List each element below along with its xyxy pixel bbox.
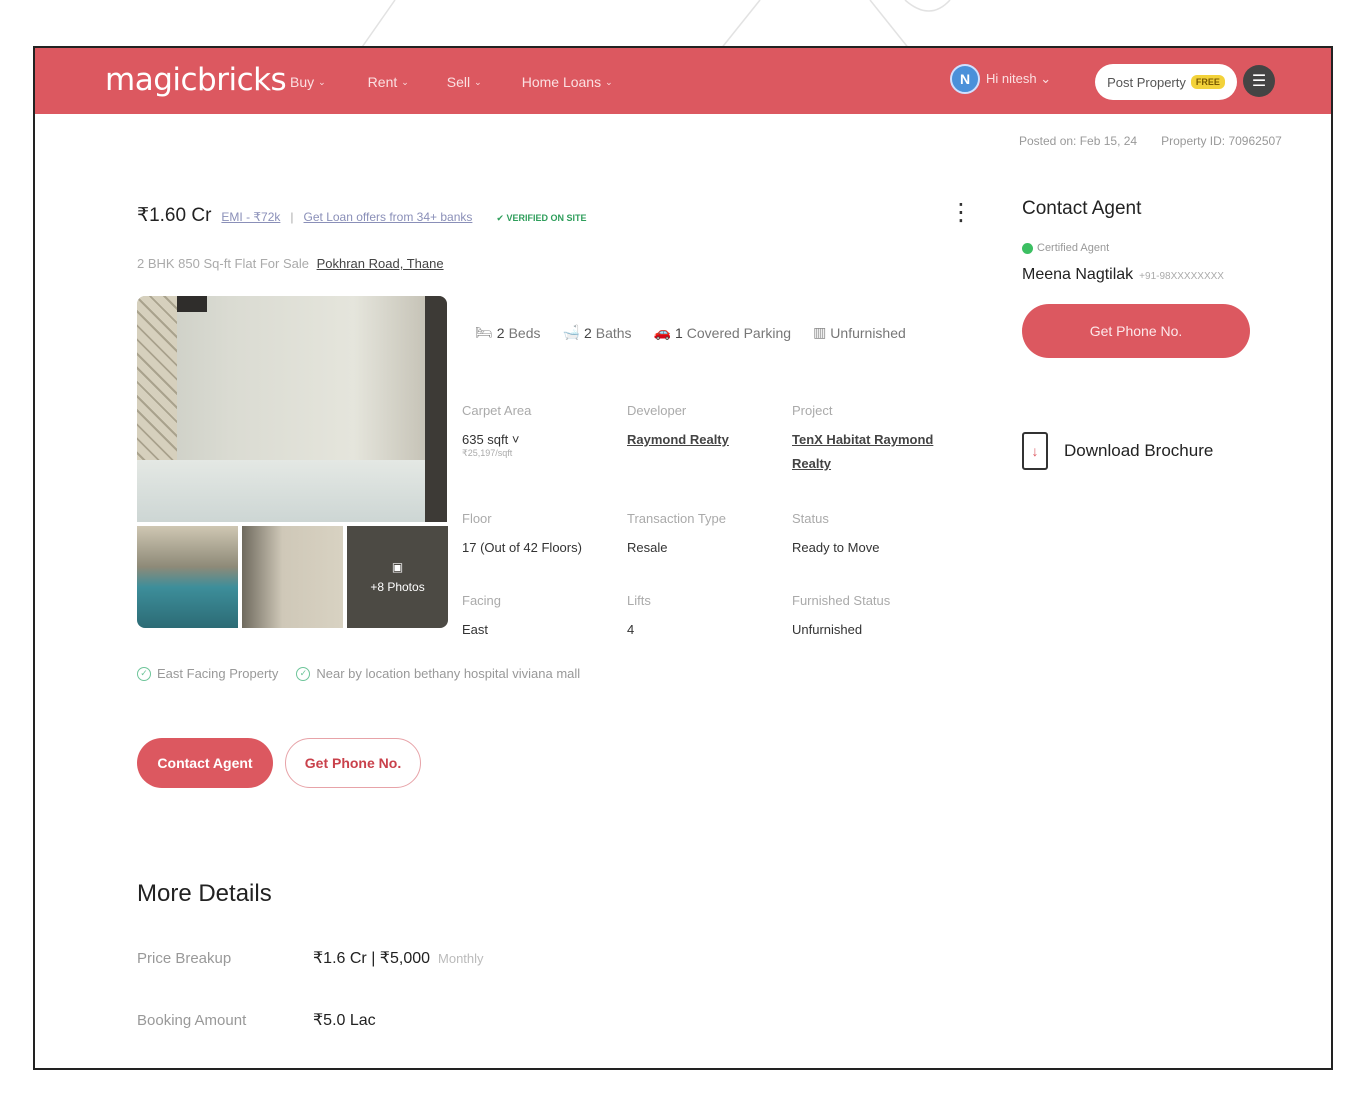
highlight-tags: ✓ East Facing Property ✓ Near by locatio…: [137, 666, 580, 681]
loan-offers-link[interactable]: Get Loan offers from 34+ banks: [304, 210, 473, 224]
chevron-down-icon: ⌄: [474, 76, 482, 87]
highlight-tag: ✓ East Facing Property: [137, 666, 278, 681]
photo-thumbnail[interactable]: [242, 526, 343, 628]
hamburger-menu-icon[interactable]: ☰: [1243, 65, 1275, 97]
more-photos-button[interactable]: ▣ +8 Photos: [347, 526, 448, 628]
detail-transaction-type: Transaction Type Resale: [627, 511, 726, 555]
listing-subtitle: 2 BHK 850 Sq-ft Flat For Sale Pokhran Ro…: [137, 256, 444, 271]
feature-parking: 🚗 1 Covered Parking: [653, 324, 792, 341]
download-brochure-link[interactable]: ↓ Download Brochure: [1022, 432, 1213, 470]
check-icon: ✓: [296, 666, 311, 681]
nav-sell[interactable]: Sell ⌄: [447, 74, 482, 90]
posted-info: Posted on: Feb 15, 24 Property ID: 70962…: [1019, 134, 1282, 148]
user-menu[interactable]: N Hi nitesh ⌄: [950, 64, 1051, 94]
property-id: Property ID: 70962507: [1161, 134, 1282, 148]
booking-amount-row: Booking Amount ₹5.0 Lac: [137, 1012, 376, 1029]
furnish-icon: ▥: [813, 324, 827, 340]
price-row: ₹1.60 Cr EMI - ₹72k | Get Loan offers fr…: [137, 204, 586, 227]
agent-info: Meena Nagtilak +91-98XXXXXXXX: [1022, 266, 1224, 284]
project-link[interactable]: TenX Habitat Raymond Realty: [792, 428, 952, 476]
bed-icon: 🛏: [475, 324, 493, 340]
detail-developer: Developer Raymond Realty: [627, 403, 787, 452]
main-photo[interactable]: [137, 296, 447, 522]
certified-badge: Certified Agent: [1022, 242, 1109, 254]
price-breakup-row: Price Breakup ₹1.6 Cr | ₹5,000 Monthly: [137, 950, 484, 967]
check-icon: [1022, 242, 1033, 254]
more-options-icon[interactable]: ⋮: [949, 198, 973, 227]
agent-name: Meena Nagtilak: [1022, 266, 1134, 283]
get-phone-button[interactable]: Get Phone No.: [285, 738, 421, 788]
download-document-icon: ↓: [1022, 432, 1048, 470]
site-header: magicbricks Buy ⌄ Rent ⌄ Sell ⌄ Home Loans ⌄…: [35, 48, 1331, 114]
detail-carpet-area: Carpet Area 635 sqft ˅ ₹25,197/sqft: [462, 403, 532, 458]
photo-thumbnails: ▣ +8 Photos: [137, 526, 448, 628]
highlight-tag: ✓ Near by location bethany hospital vivi…: [296, 666, 580, 681]
location-link[interactable]: Pokhran Road, Thane: [317, 256, 444, 271]
nav-home-loans[interactable]: Home Loans ⌄: [522, 74, 613, 90]
detail-status: Status Ready to Move: [792, 511, 880, 555]
browser-frame: magicbricks Buy ⌄ Rent ⌄ Sell ⌄ Home Loans ⌄…: [33, 46, 1333, 1070]
developer-link[interactable]: Raymond Realty: [627, 428, 787, 452]
detail-furnished-status: Furnished Status Unfurnished: [792, 593, 891, 637]
detail-project: Project TenX Habitat Raymond Realty: [792, 403, 952, 476]
check-icon: ✓: [137, 666, 151, 681]
detail-floor: Floor 17 (Out of 42 Floors): [462, 511, 582, 555]
avatar: N: [950, 64, 980, 94]
chevron-down-icon: ⌄: [1040, 71, 1052, 86]
contact-agent-button[interactable]: Contact Agent: [137, 738, 273, 788]
user-name: Hi nitesh ⌄: [986, 71, 1052, 86]
feature-beds: 🛏 2 Beds: [475, 324, 541, 341]
nav-buy[interactable]: Buy ⌄: [290, 74, 326, 90]
detail-lifts: Lifts 4: [627, 593, 651, 637]
decorative-background: [359, 0, 951, 50]
chevron-down-icon: ⌄: [318, 76, 326, 87]
emi-link[interactable]: EMI - ₹72k: [221, 210, 280, 224]
detail-facing: Facing East: [462, 593, 502, 637]
site-logo[interactable]: magicbricks: [105, 62, 287, 98]
photo-thumbnail[interactable]: [137, 526, 238, 628]
agent-get-phone-button[interactable]: Get Phone No.: [1022, 304, 1250, 358]
more-details-title: More Details: [137, 880, 272, 907]
bath-icon: 🛁: [562, 324, 580, 340]
price: ₹1.60 Cr: [137, 205, 212, 226]
chevron-down-icon: ⌄: [401, 76, 409, 87]
nav-rent[interactable]: Rent ⌄: [368, 74, 409, 90]
agent-phone: +91-98XXXXXXXX: [1139, 271, 1224, 282]
main-nav: Buy ⌄ Rent ⌄ Sell ⌄ Home Loans ⌄: [290, 74, 613, 90]
parking-icon: 🚗: [653, 324, 671, 340]
free-badge: FREE: [1190, 75, 1225, 89]
verified-badge: ✔ VERIFIED ON SITE: [496, 213, 587, 223]
posted-date: Posted on: Feb 15, 24: [1019, 134, 1138, 148]
feature-furnishing: ▥ Unfurnished: [813, 324, 906, 341]
feature-list: 🛏 2 Beds 🛁 2 Baths 🚗 1 Covered Parking ▥ Un…: [475, 324, 906, 341]
divider: |: [290, 210, 294, 224]
post-property-button[interactable]: Post Property FREE: [1095, 64, 1237, 100]
contact-agent-heading: Contact Agent: [1022, 198, 1142, 219]
feature-baths: 🛁 2 Baths: [562, 324, 632, 341]
camera-icon: ▣: [391, 560, 404, 574]
chevron-down-icon: ⌄: [605, 76, 613, 87]
